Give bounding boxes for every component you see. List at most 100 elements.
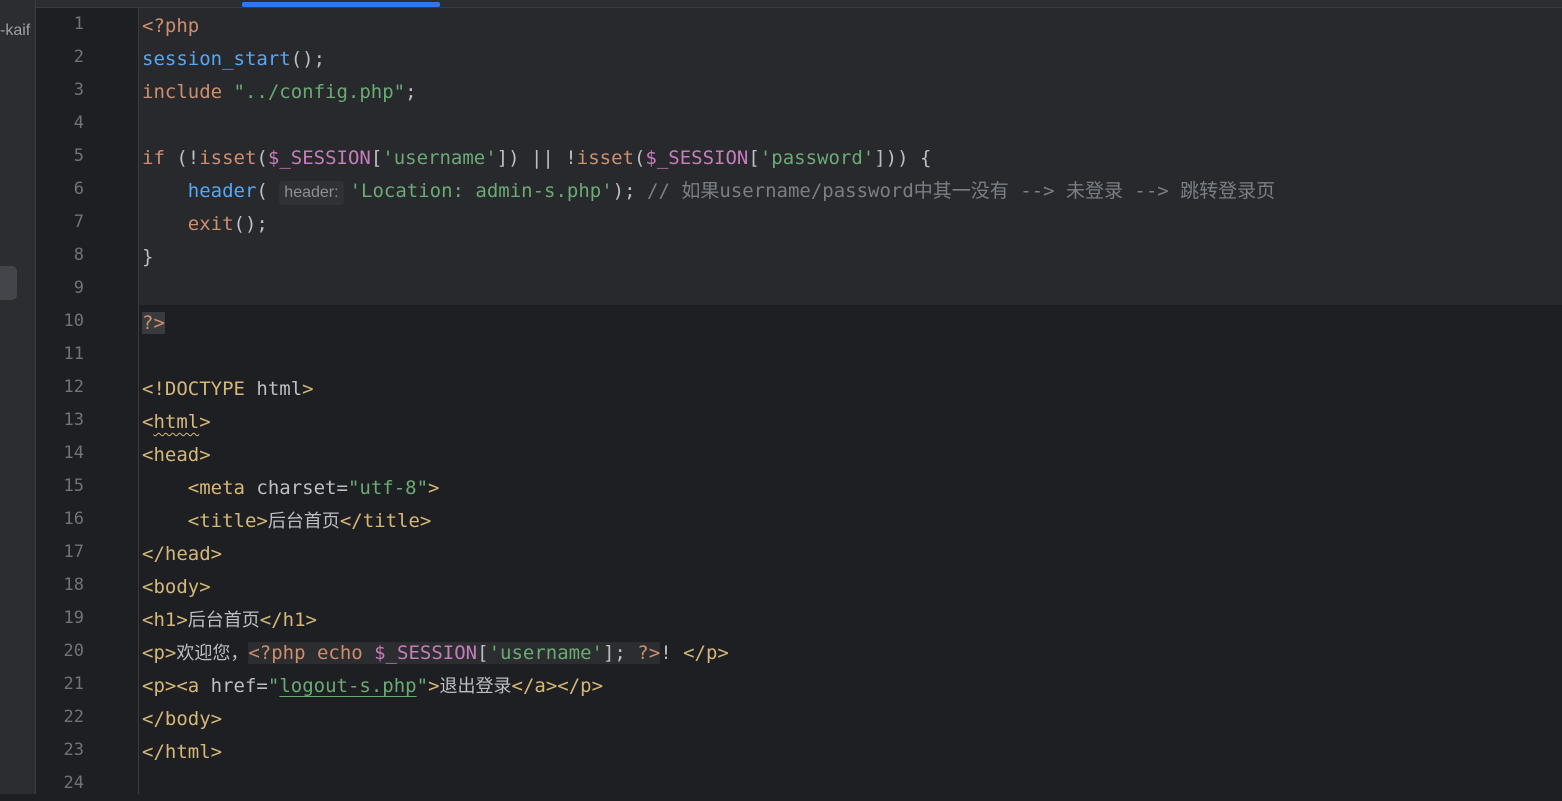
code-line: 4 (36, 108, 1562, 141)
code-content[interactable]: </head> (142, 541, 222, 567)
function-call: isset (576, 147, 634, 169)
code-content[interactable]: <p>欢迎您，<?php echo $_SESSION['username'];… (142, 640, 729, 667)
punctuation: ]) || ! (496, 147, 577, 169)
line-number: 12 (63, 377, 84, 397)
line-number: 10 (63, 311, 84, 331)
keyword: echo (305, 642, 375, 664)
code-content[interactable]: </body> (142, 706, 222, 732)
tag-bracket: > (302, 378, 314, 400)
code-content[interactable]: <!DOCTYPE html> (142, 376, 314, 402)
php-open-tag: <?php (248, 642, 306, 664)
string-literal: 'username' (488, 642, 603, 664)
code-line: 20 <p>欢迎您，<?php echo $_SESSION['username… (36, 636, 1562, 669)
php-open-tag: <?php (142, 15, 200, 37)
line-number: 13 (63, 410, 84, 430)
project-panel-strip[interactable]: -kaif (0, 0, 36, 794)
tag-bracket: < (142, 411, 154, 433)
active-tab-indicator[interactable] (242, 2, 440, 7)
code-content[interactable]: exit(); (142, 211, 268, 237)
code-line: 11 (36, 339, 1562, 372)
code-line: 1 <?php (36, 9, 1562, 42)
code-content[interactable]: session_start(); (142, 46, 325, 72)
code-line: 15 <meta charset="utf-8"> (36, 471, 1562, 504)
html-tag: </html> (142, 741, 223, 763)
href-link[interactable]: logout-s.php (279, 675, 416, 697)
code-content[interactable]: <?php (142, 13, 199, 39)
html-tag: </head> (142, 543, 223, 565)
line-number: 7 (73, 212, 84, 232)
code-line: 9 (36, 273, 1562, 306)
line-number: 11 (63, 344, 84, 364)
html-tag: </a></p> (511, 675, 604, 697)
code-line: 5 if (!isset($_SESSION['username']) || !… (36, 141, 1562, 174)
tag-bracket: > (428, 477, 440, 499)
line-number: 17 (63, 542, 84, 562)
text-content: 后台首页 (187, 610, 260, 631)
line-number: 5 (73, 146, 84, 166)
text-content: 退出登录 (439, 676, 512, 697)
line-number: 20 (63, 641, 84, 661)
code-line: 23 </html> (36, 735, 1562, 768)
code-content[interactable]: <head> (142, 442, 211, 468)
comment: // 如果username/password中其一没有 --> 未登录 --> … (647, 180, 1276, 202)
code-content[interactable]: <p><a href="logout-s.php">退出登录</a></p> (142, 673, 603, 700)
code-editor[interactable]: 1 <?php 2 session_start(); 3 include "..… (36, 9, 1562, 801)
html-tag: <head> (142, 444, 211, 466)
punctuation: (! (164, 147, 200, 169)
html-tag: <meta (187, 477, 245, 499)
code-content[interactable]: <h1>后台首页</h1> (142, 607, 317, 634)
line-number: 14 (63, 443, 84, 463)
html-tag: <a (176, 675, 200, 697)
html-tag: <p> (142, 675, 177, 697)
function-call: header (187, 180, 257, 202)
line-number: 18 (63, 575, 84, 595)
line-number: 8 (73, 245, 84, 265)
punctuation: = (336, 477, 348, 499)
html-tag: </body> (142, 708, 223, 730)
code-content[interactable]: ?> (142, 310, 165, 336)
code-content[interactable]: </html> (142, 739, 222, 765)
punctuation: = (256, 675, 268, 697)
code-line: 8 } (36, 240, 1562, 273)
line-number: 6 (73, 179, 84, 199)
selected-item-marker (0, 266, 17, 300)
code-line: 24 (36, 768, 1562, 801)
code-content[interactable]: if (!isset($_SESSION['username']) || !is… (142, 145, 931, 171)
html-tag-warning[interactable]: html (153, 411, 199, 433)
code-line: 12 <!DOCTYPE html> (36, 372, 1562, 405)
html-tag: <body> (142, 576, 211, 598)
punctuation: [ (477, 642, 489, 664)
code-line: 14 <head> (36, 438, 1562, 471)
code-line: 22 </body> (36, 702, 1562, 735)
keyword: include (142, 81, 223, 103)
function-call: session_start (142, 48, 291, 70)
line-number: 23 (63, 740, 84, 760)
tag-bracket: > (428, 675, 440, 697)
code-content[interactable]: <title>后台首页</title> (142, 508, 432, 535)
code-content[interactable]: <html> (142, 409, 211, 435)
code-content[interactable]: <body> (142, 574, 211, 600)
html-tag: <p> (142, 642, 177, 664)
line-number: 9 (73, 278, 84, 298)
punctuation: [ (370, 147, 383, 169)
code-line: 18 <body> (36, 570, 1562, 603)
line-number: 16 (63, 509, 84, 529)
line-number: 3 (73, 80, 84, 100)
code-content[interactable]: header( header: 'Location: admin-s.php');… (142, 178, 1275, 205)
code-content[interactable]: } (142, 244, 153, 270)
code-content[interactable]: <meta charset="utf-8"> (142, 475, 440, 501)
text-content: ! (660, 642, 684, 664)
code-content[interactable]: include "../config.php"; (142, 79, 417, 105)
punctuation: ; (405, 81, 417, 103)
line-number: 24 (63, 773, 84, 793)
code-line: 10 ?> (36, 306, 1562, 339)
variable: $_SESSION (645, 147, 749, 169)
text-content: 欢迎您， (176, 643, 249, 664)
punctuation: [ (748, 147, 760, 169)
quote: " (267, 675, 280, 697)
html-tag: </h1> (259, 609, 317, 631)
punctuation: ( (633, 147, 646, 169)
